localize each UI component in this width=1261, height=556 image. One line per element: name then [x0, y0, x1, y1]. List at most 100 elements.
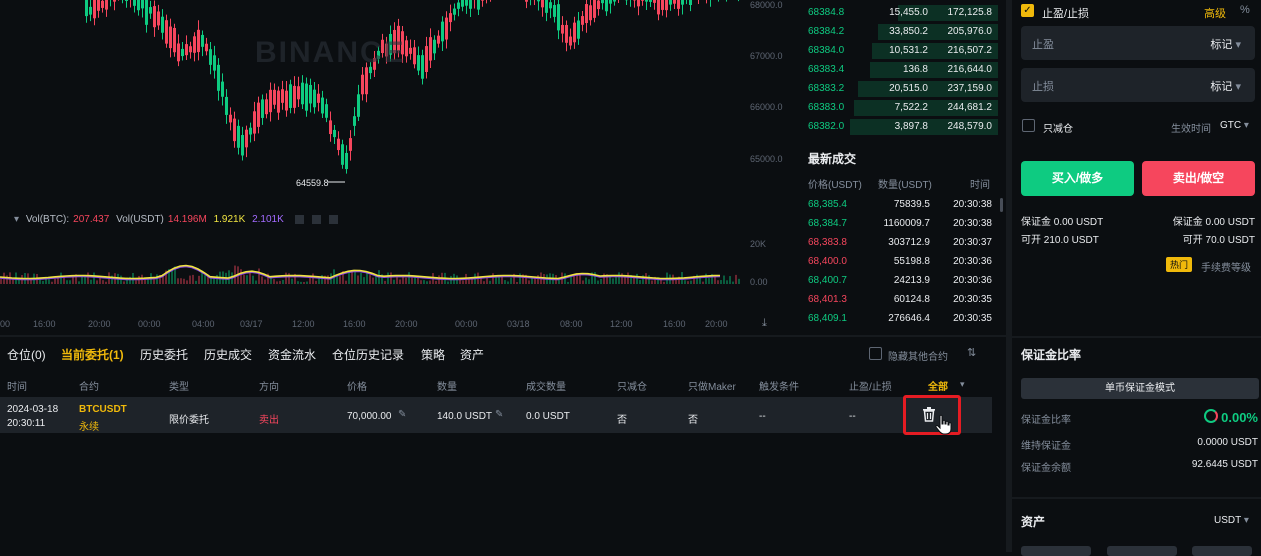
- candle-body: [101, 1, 104, 8]
- tab-1[interactable]: 当前委托(1): [61, 346, 124, 363]
- collapse-icon[interactable]: ▾: [14, 214, 19, 225]
- order-reduce-only: 否: [617, 411, 627, 426]
- assets-currency-select[interactable]: USDT ▾: [1214, 515, 1249, 526]
- orderbook-row[interactable]: 68383.2 20,515.0 237,159.0: [798, 80, 998, 98]
- trade-time: 20:30:38: [938, 218, 992, 229]
- candle-body: [149, 7, 152, 14]
- candle-body: [413, 47, 416, 64]
- swap-icon[interactable]: ⇅: [967, 346, 976, 359]
- tab-5[interactable]: 仓位历史记录: [332, 346, 404, 363]
- tab-7[interactable]: 资产: [460, 346, 484, 363]
- candle-body: [213, 55, 216, 70]
- recent-trades-title: 最新成交: [808, 150, 856, 167]
- trade-price: 68,383.8: [808, 237, 847, 248]
- candle-body: [305, 84, 308, 111]
- tif-select[interactable]: GTC ▾: [1220, 120, 1249, 131]
- reduce-only-label: 只减仓: [1043, 120, 1073, 135]
- volume-tick: 20K: [750, 239, 766, 249]
- tab-2[interactable]: 历史委托: [140, 346, 188, 363]
- volume-bar: [135, 280, 137, 284]
- orderbook-row[interactable]: 68384.0 10,531.2 216,507.2: [798, 42, 998, 60]
- price-chart[interactable]: BINANCE 64559.8 68000.0 67000.0 66000.0 …: [0, 0, 795, 335]
- tab-6[interactable]: 策略: [421, 346, 445, 363]
- orderbook-row[interactable]: 68382.0 3,897.8 248,579.0: [798, 118, 998, 136]
- trade-row: 68,383.8 303712.9 20:30:37: [798, 235, 998, 253]
- orderbook-row[interactable]: 68384.2 33,850.2 205,976.0: [798, 23, 998, 41]
- stop-loss-input[interactable]: 止损 标记 ▾: [1021, 68, 1255, 102]
- volume-bar: [195, 281, 197, 284]
- volume-bar: [735, 275, 737, 284]
- bid-price: 68383.2: [808, 83, 844, 94]
- volume-bar: [399, 279, 401, 284]
- single-asset-mode-button[interactable]: 单币保证金模式: [1021, 378, 1259, 399]
- order-price: 70,000.00: [347, 411, 392, 422]
- expand-icon[interactable]: ⤓: [762, 317, 767, 330]
- asset-button[interactable]: [1192, 546, 1252, 556]
- column-header: 方向: [259, 378, 279, 393]
- orderbook-row[interactable]: 68384.8 15,455.0 172,125.8: [798, 4, 998, 22]
- volume-bar: [93, 273, 95, 284]
- candle-body: [301, 83, 304, 105]
- trade-row: 68,409.1 276646.4 20:30:35: [798, 311, 998, 329]
- order-symbol[interactable]: BTCUSDT: [79, 404, 127, 415]
- trade-qty: 1160009.7: [878, 218, 930, 229]
- tif-label: 生效时间: [1171, 120, 1211, 135]
- candle-body: [241, 135, 244, 155]
- volume-bar: [186, 280, 188, 284]
- trade-price: 68,385.4: [808, 199, 847, 210]
- fee-level-link[interactable]: 手续费等级: [1201, 259, 1251, 274]
- volume-bar: [684, 280, 686, 284]
- volume-bar: [270, 278, 272, 284]
- percent-icon[interactable]: %: [1240, 4, 1250, 16]
- take-profit-input[interactable]: 止盈 标记 ▾: [1021, 26, 1255, 60]
- candle-body: [425, 46, 428, 72]
- orderbook-row[interactable]: 68383.4 136.8 216,644.0: [798, 61, 998, 79]
- scrollbar[interactable]: [1000, 198, 1003, 212]
- tpsl-label: 止盈/止损: [1042, 5, 1089, 21]
- candle-body: [361, 75, 364, 95]
- close-icon[interactable]: [329, 215, 338, 224]
- candle-body: [569, 37, 572, 46]
- trade-time: 20:30:35: [938, 313, 992, 324]
- volume-bar: [273, 279, 275, 284]
- candle-body: [637, 0, 640, 6]
- tab-3[interactable]: 历史成交: [204, 346, 252, 363]
- edit-icon[interactable]: ✎: [495, 409, 503, 420]
- trades-header-qty: 数量(USDT): [878, 176, 932, 191]
- candle-body: [581, 16, 584, 25]
- volume-bar: [408, 272, 410, 284]
- volume-bar: [339, 276, 341, 284]
- asset-button[interactable]: [1021, 546, 1091, 556]
- volume-bar: [246, 275, 248, 284]
- candle-body: [273, 90, 276, 105]
- candle-body: [421, 55, 424, 79]
- hide-other-checkbox[interactable]: [869, 347, 882, 360]
- chevron-down-icon: ▾: [1235, 39, 1241, 51]
- candle-body: [297, 86, 300, 99]
- bid-qty: 15,455.0: [886, 7, 928, 18]
- tab-0[interactable]: 仓位(0): [7, 346, 46, 363]
- tpsl-checkbox[interactable]: ✓: [1021, 4, 1034, 17]
- volume-bar: [600, 279, 602, 284]
- settings-icon[interactable]: [312, 215, 321, 224]
- volume-bar: [609, 277, 611, 284]
- edit-icon[interactable]: ✎: [398, 409, 406, 420]
- asset-button[interactable]: [1107, 546, 1177, 556]
- advanced-link[interactable]: 高级: [1204, 5, 1226, 21]
- reduce-only-checkbox[interactable]: [1022, 119, 1035, 132]
- buy-long-button[interactable]: 买入/做多: [1021, 161, 1134, 196]
- bid-total: 237,159.0: [938, 83, 992, 94]
- tp-mode-select[interactable]: 标记 ▾: [1210, 36, 1241, 52]
- eye-icon[interactable]: [295, 215, 304, 224]
- candle-body: [469, 0, 472, 9]
- sell-short-button[interactable]: 卖出/做空: [1142, 161, 1255, 196]
- chevron-down-icon[interactable]: ▾: [960, 379, 965, 390]
- orderbook-row[interactable]: 68383.0 7,522.2 244,681.2: [798, 99, 998, 117]
- column-header[interactable]: 全部: [928, 378, 948, 393]
- volume-bar: [531, 278, 533, 284]
- volume-bar: [315, 281, 317, 284]
- sl-mode-select[interactable]: 标记 ▾: [1210, 78, 1241, 94]
- candle-body: [597, 1, 600, 10]
- volume-bar: [663, 282, 665, 284]
- tab-4[interactable]: 资金流水: [268, 346, 316, 363]
